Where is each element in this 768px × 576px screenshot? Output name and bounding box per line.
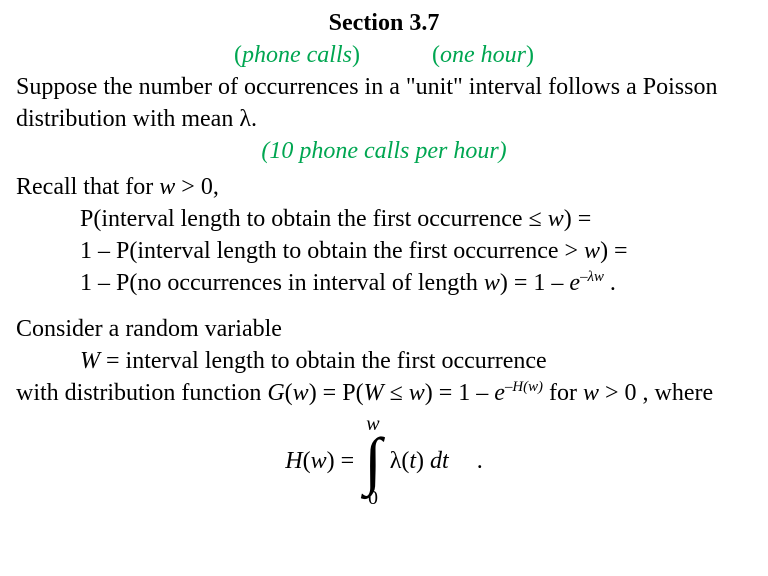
- prob-line-2: 1 – P(interval length to obtain the firs…: [16, 236, 752, 266]
- integral-lower-limit: 0: [368, 488, 378, 508]
- annotation-line-2: (10 phone calls per hour): [16, 136, 752, 166]
- w-definition: W = interval length to obtain the first …: [16, 346, 752, 376]
- annotation-line-1: (phone calls) (one hour): [16, 40, 752, 70]
- recall-line: Recall that for w > 0,: [16, 172, 752, 202]
- prob-line-3: 1 – P(no occurrences in interval of leng…: [16, 268, 752, 298]
- equation-period: .: [477, 446, 483, 476]
- section-title: Section 3.7: [16, 8, 752, 38]
- prob-line-1: P(interval length to obtain the first oc…: [16, 204, 752, 234]
- consider-line: Consider a random variable: [16, 314, 752, 344]
- paragraph-1-line-2: distribution with mean λ.: [16, 104, 752, 134]
- paragraph-1-line-1: Suppose the number of occurrences in a "…: [16, 72, 752, 102]
- integrand: λ(t) dt: [390, 446, 449, 476]
- document-page: Section 3.7 (phone calls) (one hour) Sup…: [0, 0, 768, 508]
- annotation-one-hour: one hour: [440, 42, 526, 68]
- h-of-w-label: H(w) =: [285, 446, 354, 476]
- integral-equation: H(w) = w ∫ 0 λ(t) dt .: [16, 414, 752, 508]
- distribution-line: with distribution function G(w) = P(W ≤ …: [16, 378, 752, 408]
- integral-sign-icon: ∫: [364, 432, 382, 490]
- annotation-phone-calls: phone calls: [242, 42, 352, 68]
- integral-expression: w ∫ 0 λ(t) dt: [364, 414, 449, 508]
